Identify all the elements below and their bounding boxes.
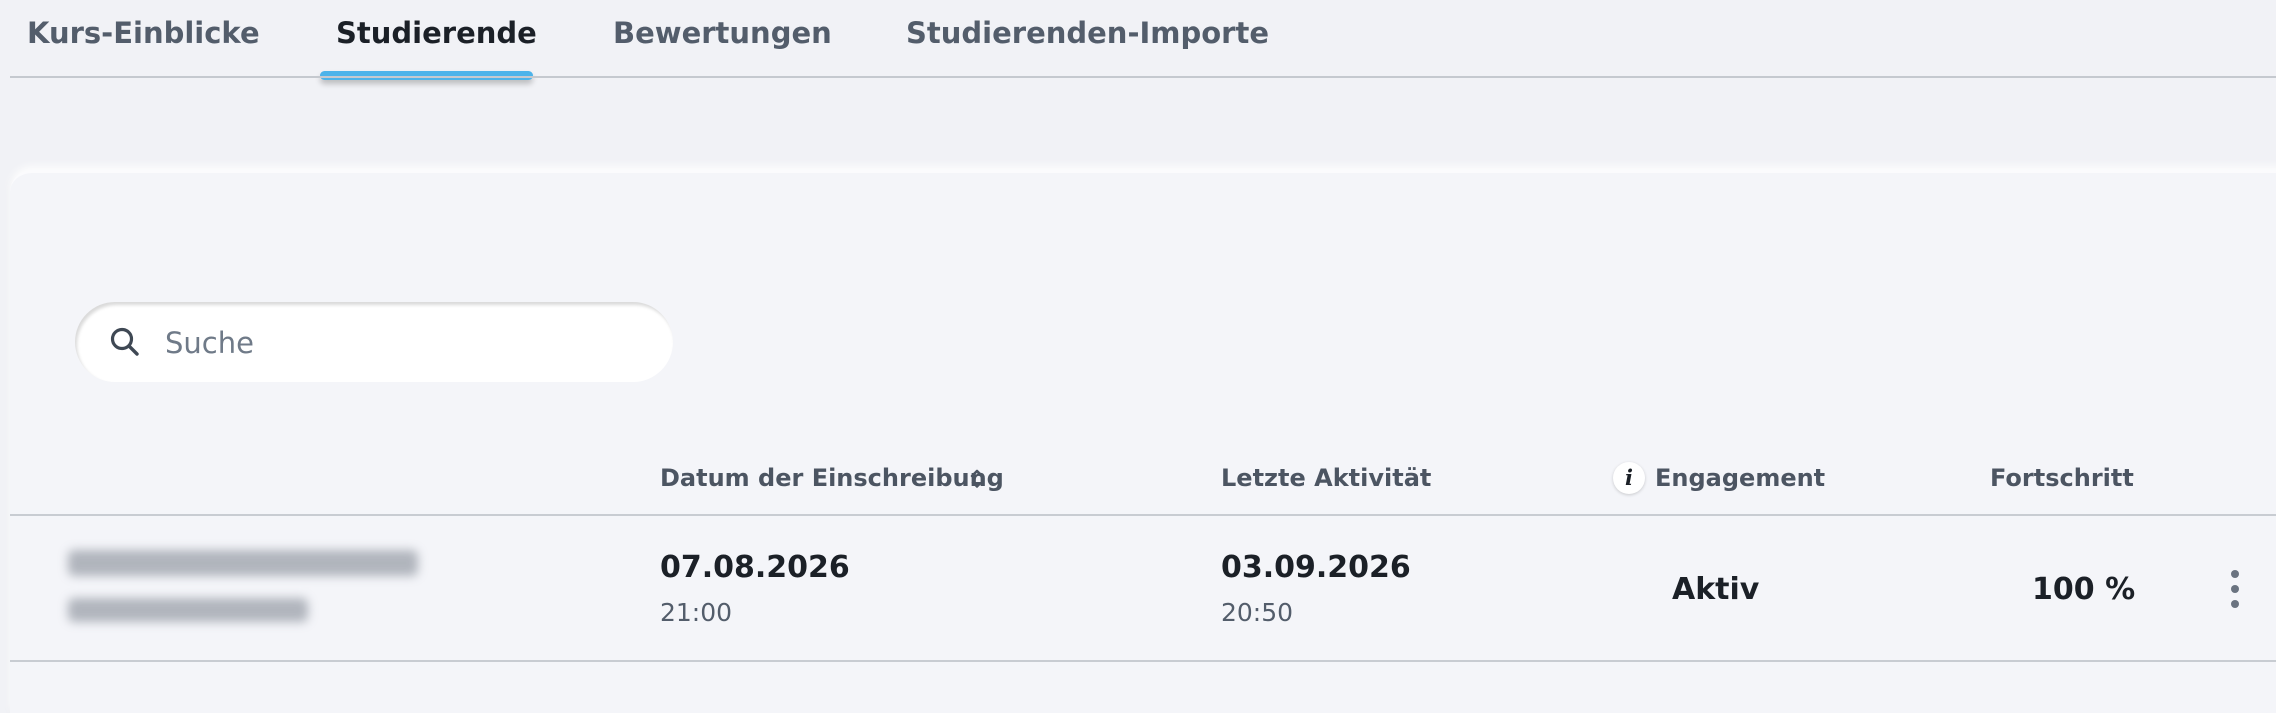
enrollment-date: 07.08.2026 — [660, 550, 850, 585]
tab-studierenden-importe[interactable]: Studierenden-Importe — [906, 16, 1269, 50]
progress-value: 100 % — [2032, 572, 2136, 607]
tab-bewertungen[interactable]: Bewertungen — [613, 16, 832, 50]
header-enrollment-date[interactable]: Datum der Einschreibung — [660, 464, 1004, 492]
tab-bar: Kurs-Einblicke Studierende Bewertungen S… — [0, 0, 2276, 80]
more-vertical-icon[interactable] — [2220, 568, 2250, 610]
header-divider — [10, 514, 2276, 516]
header-progress: Fortschritt — [1990, 464, 2134, 492]
tab-divider — [10, 76, 2276, 78]
header-last-activity: Letzte Aktivität — [1221, 464, 1432, 492]
last-activity-time: 20:50 — [1221, 598, 1294, 627]
student-name-blurred[interactable] — [68, 542, 498, 638]
header-engagement: Engagement — [1655, 464, 1826, 492]
search-box[interactable] — [75, 302, 673, 382]
search-input[interactable] — [163, 314, 647, 372]
engagement-status: Aktiv — [1672, 572, 1760, 607]
search-icon — [110, 327, 139, 356]
tab-studierende[interactable]: Studierende — [336, 16, 537, 50]
row-divider — [10, 660, 2276, 662]
info-icon[interactable]: i — [1613, 462, 1645, 494]
enrollment-time: 21:00 — [660, 598, 733, 627]
last-activity-date: 03.09.2026 — [1221, 550, 1411, 585]
tab-kurs-einblicke[interactable]: Kurs-Einblicke — [27, 16, 260, 50]
sort-updown-icon[interactable] — [969, 466, 985, 492]
